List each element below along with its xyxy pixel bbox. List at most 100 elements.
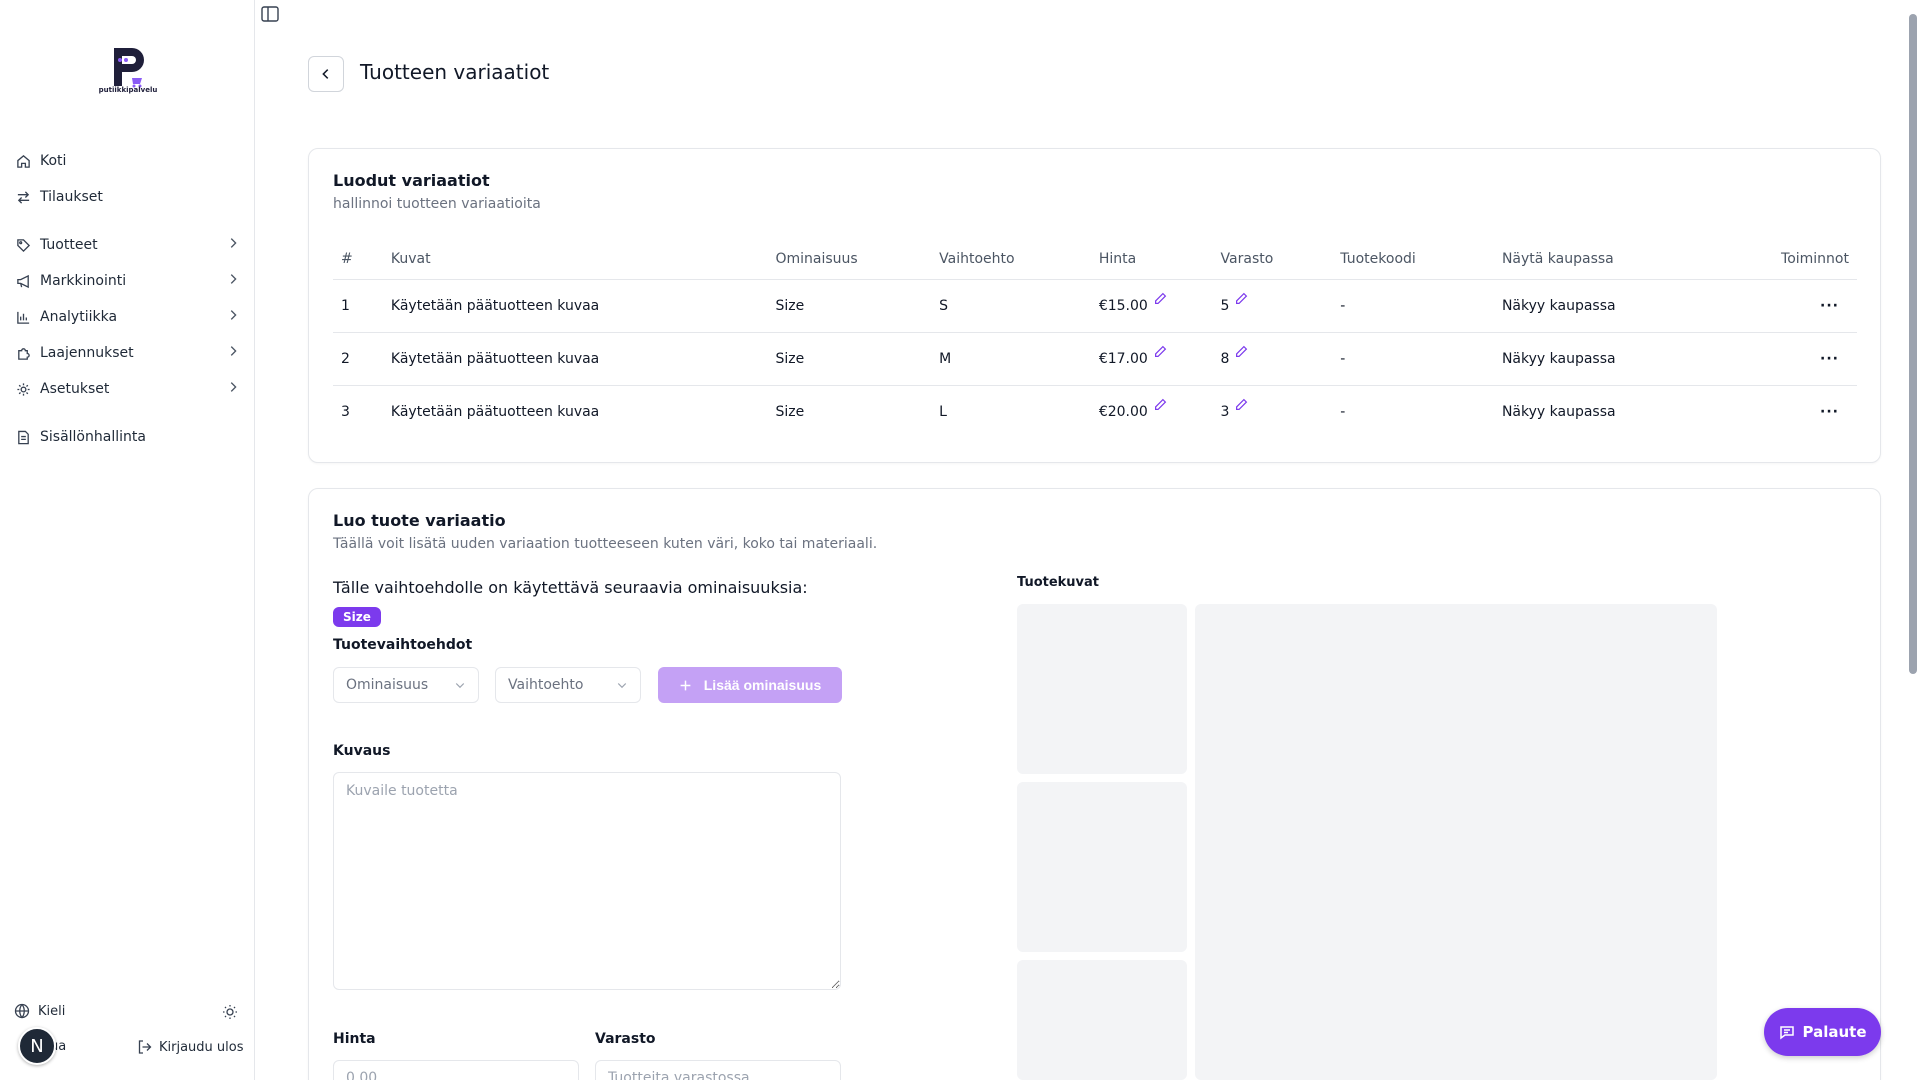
cell-visibility: Näkyy kaupassa	[1493, 279, 1773, 333]
home-icon	[14, 152, 32, 170]
col-header-attribute: Ominaisuus	[767, 239, 932, 280]
image-thumbnail-slot[interactable]	[1017, 782, 1187, 952]
sidebar-item-markkinointi[interactable]: Markkinointi	[14, 266, 240, 296]
attributes-notice: Tälle vaihtoehdolle on käytettävä seuraa…	[333, 578, 808, 597]
stock-input[interactable]	[595, 1060, 841, 1080]
cell-image: Käytetään päätuotteen kuvaa	[382, 279, 768, 333]
language-label: Kieli	[38, 1003, 66, 1019]
cell-number: 1	[333, 279, 383, 333]
sidebar-item-label: Koti	[40, 153, 67, 169]
sun-icon	[222, 1004, 238, 1020]
variations-title: Luodut variaatiot	[333, 171, 490, 190]
description-textarea[interactable]	[333, 772, 841, 990]
sidebar-item-label: Tilaukset	[40, 189, 103, 205]
col-header-price: Hinta	[1090, 239, 1213, 280]
table-row: 3 Käytetään päätuotteen kuvaa Size L €20…	[333, 385, 1857, 438]
cell-stock: 8	[1212, 332, 1333, 386]
stock-value: 5	[1220, 297, 1230, 314]
back-button[interactable]	[308, 56, 344, 92]
scrollbar-thumb[interactable]	[1909, 14, 1917, 674]
cell-image: Käytetään päätuotteen kuvaa	[390, 403, 600, 420]
edit-pencil-icon[interactable]	[1235, 292, 1248, 309]
puzzle-icon	[14, 344, 32, 362]
stock-value: 3	[1220, 403, 1230, 420]
table-row: 2 Käytetään päätuotteen kuvaa Size M €17…	[333, 332, 1857, 386]
variations-table: # Kuvat Ominaisuus Vaihtoehto Hinta Vara…	[333, 239, 1857, 438]
sidebar-item-asetukset[interactable]: Asetukset	[14, 374, 240, 404]
chevron-right-icon	[226, 272, 240, 290]
col-header-actions: Toiminnot	[1772, 239, 1857, 280]
stock-value: 8	[1220, 350, 1230, 367]
stock-label: Varasto	[595, 1031, 656, 1047]
page-title: Tuotteen variaatiot	[360, 60, 550, 84]
price-label: Hinta	[333, 1031, 376, 1047]
sidebar-item-tuotteet[interactable]: Tuotteet	[14, 230, 240, 260]
chevron-right-icon	[226, 236, 240, 254]
table-header-row: # Kuvat Ominaisuus Vaihtoehto Hinta Vara…	[333, 239, 1857, 280]
attribute-select-value: Ominaisuus	[346, 677, 429, 693]
edit-pencil-icon[interactable]	[1154, 398, 1167, 415]
image-thumbnail-slot[interactable]	[1017, 604, 1187, 774]
add-attribute-button[interactable]: Lisää ominaisuus	[658, 667, 842, 703]
sidebar-item-tilaukset[interactable]: Tilaukset	[14, 182, 240, 212]
cell-price: €17.00	[1090, 332, 1213, 386]
cell-stock: 5	[1212, 279, 1333, 333]
sidebar-item-label: Analytiikka	[40, 309, 118, 325]
main-image-slot[interactable]	[1195, 604, 1717, 1080]
cell-stock: 3	[1213, 385, 1333, 438]
cell-attribute: Size	[775, 403, 805, 420]
attribute-chip: Size	[333, 607, 381, 627]
language-selector[interactable]: Kieli	[14, 1003, 65, 1019]
option-select-value: Vaihtoehto	[508, 677, 584, 693]
edit-pencil-icon[interactable]	[1154, 345, 1167, 362]
cell-code: -	[1332, 332, 1494, 386]
option-select[interactable]: Vaihtoehto	[495, 667, 641, 703]
sidebar-item-analytiikka[interactable]: Analytiikka	[14, 302, 240, 332]
attribute-select[interactable]: Ominaisuus	[333, 667, 479, 703]
document-icon	[14, 428, 32, 446]
row-actions-button[interactable]: ···	[1772, 279, 1857, 333]
create-title: Luo tuote variaatio	[333, 511, 506, 530]
scrollbar[interactable]	[1906, 0, 1920, 1080]
cell-price: €20.00	[1091, 385, 1213, 438]
sidebar-item-sisallonhallinta[interactable]: Sisällönhallinta	[14, 422, 240, 452]
chart-icon	[14, 308, 32, 326]
edit-pencil-icon[interactable]	[1154, 292, 1167, 309]
price-value: €20.00	[1098, 403, 1148, 420]
sidebar-toggle-icon[interactable]	[261, 6, 279, 22]
cell-visibility: Näkyy kaupassa	[1493, 332, 1773, 386]
price-input[interactable]	[333, 1060, 579, 1080]
sidebar-item-label: Laajennukset	[40, 345, 134, 361]
cell-option: L	[939, 403, 947, 420]
sidebar-item-laajennukset[interactable]: Laajennukset	[14, 338, 240, 368]
sidebar-item-koti[interactable]: Koti	[14, 146, 240, 176]
chat-icon	[1779, 1024, 1795, 1040]
col-header-images: Kuvat	[382, 239, 768, 280]
col-header-visibility: Näytä kaupassa	[1493, 239, 1773, 280]
col-header-option: Vaihtoehto	[931, 239, 1091, 280]
row-actions-button[interactable]: ···	[1772, 332, 1857, 386]
feedback-button[interactable]: Palaute	[1764, 1008, 1881, 1056]
logout-icon	[137, 1039, 153, 1055]
gear-icon	[14, 380, 32, 398]
image-thumbnail-slot[interactable]	[1017, 960, 1187, 1080]
avatar[interactable]: N	[18, 1027, 56, 1065]
logout-button[interactable]: Kirjaudu ulos	[137, 1039, 244, 1055]
table-row: 1 Käytetään päätuotteen kuvaa Size S €15…	[333, 279, 1857, 333]
cell-visibility: Näkyy kaupassa	[1501, 403, 1616, 420]
variations-subtitle: hallinnoi tuotteen variaatioita	[333, 196, 541, 212]
cell-number: 2	[333, 332, 383, 386]
cell-code: -	[1340, 403, 1346, 420]
cell-number: 3	[341, 403, 350, 420]
sidebar: putiikkipalvelu Koti Tilaukset Tuotteet …	[0, 0, 255, 1080]
col-header-code: Tuotekoodi	[1332, 239, 1494, 280]
chevron-right-icon	[226, 308, 240, 326]
col-header-stock: Varasto	[1212, 239, 1333, 280]
theme-toggle[interactable]	[222, 1004, 238, 1020]
row-actions-button[interactable]: ···	[1773, 385, 1857, 438]
chevron-down-icon	[454, 679, 466, 695]
chevron-left-icon	[319, 67, 333, 81]
edit-pencil-icon[interactable]	[1235, 345, 1248, 362]
plus-icon	[679, 679, 692, 692]
edit-pencil-icon[interactable]	[1235, 398, 1248, 415]
